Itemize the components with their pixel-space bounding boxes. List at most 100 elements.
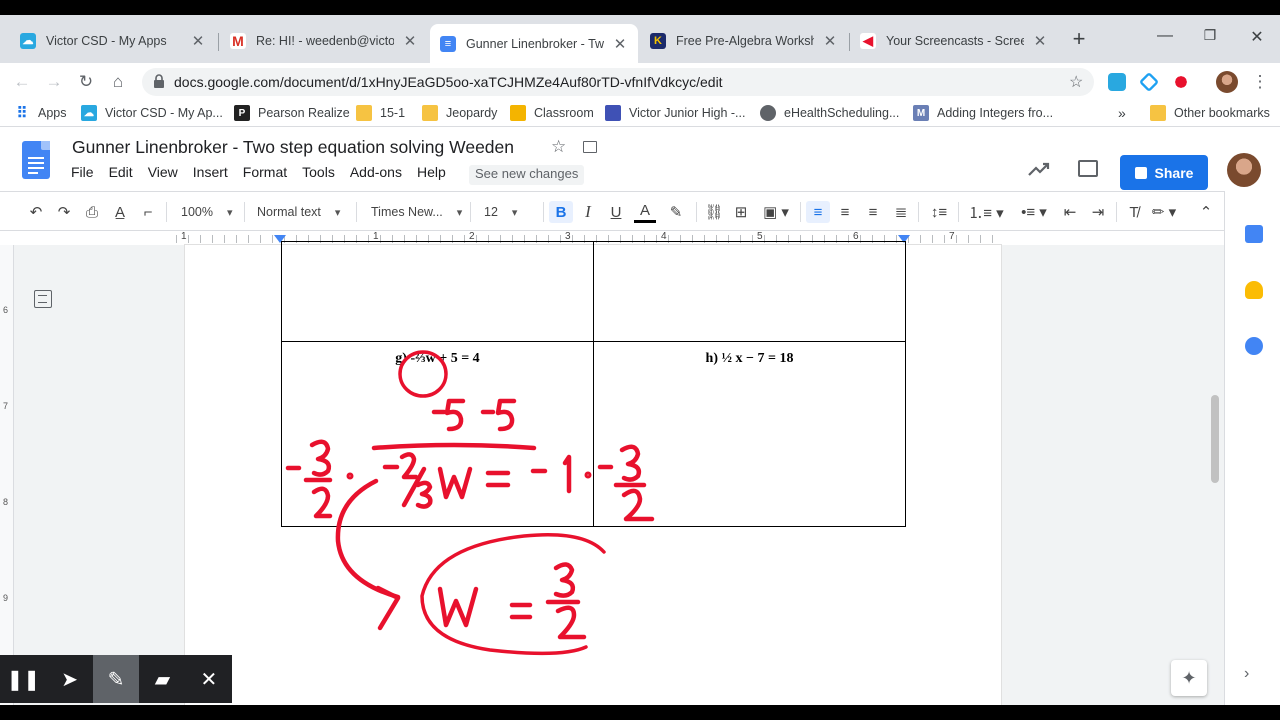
problem-g-cell[interactable]: g) -⅔w + 5 = 4: [281, 341, 594, 527]
menu-view[interactable]: View: [148, 164, 178, 180]
menu-tools[interactable]: Tools: [302, 164, 335, 180]
see-new-changes-button[interactable]: See new changes: [469, 165, 585, 185]
home-icon[interactable]: ⌂: [108, 72, 128, 92]
bookmark-classroom[interactable]: Classroom: [510, 105, 594, 121]
zoom-dropdown[interactable]: 100%: [181, 201, 233, 223]
tab-pre-algebra[interactable]: K Free Pre-Algebra Workshee ✕: [640, 25, 848, 56]
bulleted-list-icon[interactable]: •≡ ▾: [1014, 201, 1054, 223]
insert-image-icon[interactable]: ▣ ▾: [758, 201, 794, 223]
tab-google-doc[interactable]: ≡ Gunner Linenbroker - Two s ✕: [430, 24, 638, 63]
collapse-menus-icon[interactable]: ⌃: [1196, 201, 1216, 223]
cursor-tool-icon[interactable]: ➤: [46, 655, 92, 703]
explore-icon[interactable]: ✦: [1171, 660, 1207, 696]
bookmarks-overflow-button[interactable]: »: [1118, 105, 1126, 121]
document-page[interactable]: g) -⅔w + 5 = 4 h) ½ x − 7 = 18: [185, 241, 1001, 705]
font-dropdown[interactable]: Times New...: [371, 201, 462, 223]
back-icon[interactable]: ←: [12, 72, 32, 92]
profile-avatar[interactable]: [1216, 71, 1238, 93]
close-tab-icon[interactable]: ✕: [1032, 32, 1048, 50]
docs-home-icon[interactable]: [22, 141, 50, 179]
align-left-icon[interactable]: ≡: [806, 201, 830, 223]
keep-icon[interactable]: [1245, 281, 1263, 299]
show-side-panel-icon[interactable]: ›: [1244, 665, 1249, 683]
bookmark-jeopardy[interactable]: Jeopardy: [422, 105, 497, 121]
marker-tool-icon[interactable]: ▰: [139, 655, 185, 703]
style-dropdown[interactable]: Normal text: [257, 201, 340, 223]
insert-link-icon[interactable]: ⛓: [703, 201, 725, 223]
bookmark-15-1[interactable]: 15-1: [356, 105, 405, 121]
undo-icon[interactable]: ↶: [26, 201, 46, 223]
globe-icon: [760, 105, 776, 121]
extension-diamond-icon[interactable]: [1138, 71, 1160, 93]
redo-icon[interactable]: ↷: [54, 201, 74, 223]
tab-screencastify[interactable]: ◀ Your Screencasts - Screenca ✕: [850, 25, 1058, 56]
menu-format[interactable]: Format: [243, 164, 287, 180]
table-cell-empty[interactable]: [281, 241, 594, 342]
tab-gmail[interactable]: M Re: HI! - weedenb@victorsc ✕: [220, 25, 428, 56]
underline-icon[interactable]: U: [606, 201, 626, 223]
clear-formatting-icon[interactable]: T̸: [1124, 201, 1144, 223]
font-size-dropdown[interactable]: 12: [484, 201, 517, 223]
italic-icon[interactable]: I: [578, 201, 598, 223]
tab-victor-csd[interactable]: ☁ Victor CSD - My Apps ✕: [10, 25, 216, 56]
align-center-icon[interactable]: ≡: [835, 201, 855, 223]
text-color-icon[interactable]: A: [634, 201, 656, 223]
close-tab-icon[interactable]: ✕: [822, 32, 838, 50]
insert-comment-icon[interactable]: ⊞: [731, 201, 751, 223]
minimize-icon[interactable]: —: [1155, 27, 1175, 45]
share-button[interactable]: Share: [1120, 155, 1208, 190]
menu-insert[interactable]: Insert: [193, 164, 228, 180]
tasks-icon[interactable]: [1245, 337, 1263, 355]
address-bar[interactable]: docs.google.com/document/d/1xHnyJEaGD5oo…: [142, 68, 1094, 96]
document-title[interactable]: Gunner Linenbroker - Two step equation s…: [72, 137, 514, 158]
bookmark-star-icon[interactable]: ☆: [1069, 72, 1083, 92]
bookmark-pearson[interactable]: P Pearson Realize: [234, 105, 350, 121]
bookmark-victor-junior-high[interactable]: Victor Junior High -...: [605, 105, 745, 121]
print-icon[interactable]: ⎙: [82, 201, 102, 223]
paint-format-icon[interactable]: ⌐: [138, 201, 158, 223]
vertical-scrollbar[interactable]: [1211, 395, 1219, 483]
new-tab-button[interactable]: +: [1069, 28, 1089, 50]
close-window-icon[interactable]: ✕: [1247, 27, 1267, 47]
spellcheck-icon[interactable]: A̲: [110, 201, 130, 223]
star-document-icon[interactable]: ☆: [551, 137, 566, 157]
restore-icon[interactable]: ❐: [1200, 27, 1220, 44]
numbered-list-icon[interactable]: ⒈≡ ▾: [966, 201, 1006, 223]
increase-indent-icon[interactable]: ⇥: [1088, 201, 1108, 223]
document-outline-icon[interactable]: [34, 290, 52, 308]
more-menu-icon[interactable]: ⋮: [1250, 72, 1270, 92]
bookmark-victor-csd[interactable]: ☁ Victor CSD - My Ap...: [81, 105, 223, 121]
menu-edit[interactable]: Edit: [109, 164, 133, 180]
bookmark-other[interactable]: Other bookmarks: [1150, 105, 1270, 121]
bookmark-ehealth[interactable]: eHealthScheduling...: [760, 105, 899, 121]
move-folder-icon[interactable]: [583, 141, 597, 153]
line-spacing-icon[interactable]: ↕≡: [928, 201, 950, 223]
pen-tool-icon[interactable]: ✎: [92, 655, 140, 703]
close-tab-icon[interactable]: ✕: [190, 32, 206, 50]
close-tab-icon[interactable]: ✕: [612, 35, 628, 53]
close-tab-icon[interactable]: ✕: [402, 32, 418, 50]
user-avatar[interactable]: [1227, 153, 1261, 187]
calendar-icon[interactable]: [1245, 225, 1263, 243]
highlight-icon[interactable]: ✎: [666, 201, 686, 223]
menu-file[interactable]: File: [71, 164, 94, 180]
bookmark-adding-integers[interactable]: M Adding Integers fro...: [913, 105, 1053, 121]
align-right-icon[interactable]: ≡: [863, 201, 883, 223]
close-toolbar-icon[interactable]: ✕: [186, 655, 232, 703]
table-cell-empty[interactable]: [593, 241, 906, 342]
reload-icon[interactable]: ↻: [76, 72, 96, 92]
justify-icon[interactable]: ≣: [891, 201, 911, 223]
editing-mode-icon[interactable]: ✏ ▾: [1148, 201, 1180, 223]
forward-icon[interactable]: →: [44, 72, 64, 92]
comments-icon[interactable]: [1078, 160, 1098, 177]
bold-icon[interactable]: B: [549, 201, 573, 223]
pause-icon[interactable]: ❚❚: [0, 655, 46, 703]
problem-h-cell[interactable]: h) ½ x − 7 = 18: [593, 341, 906, 527]
extension-screencastify-icon[interactable]: [1172, 73, 1190, 91]
activity-trend-icon[interactable]: [1028, 161, 1050, 177]
menu-add-ons[interactable]: Add-ons: [350, 164, 402, 180]
decrease-indent-icon[interactable]: ⇤: [1060, 201, 1080, 223]
extension-cloud-icon[interactable]: [1108, 73, 1126, 91]
menu-help[interactable]: Help: [417, 164, 446, 180]
bookmark-apps[interactable]: ⠿ Apps: [14, 105, 67, 122]
